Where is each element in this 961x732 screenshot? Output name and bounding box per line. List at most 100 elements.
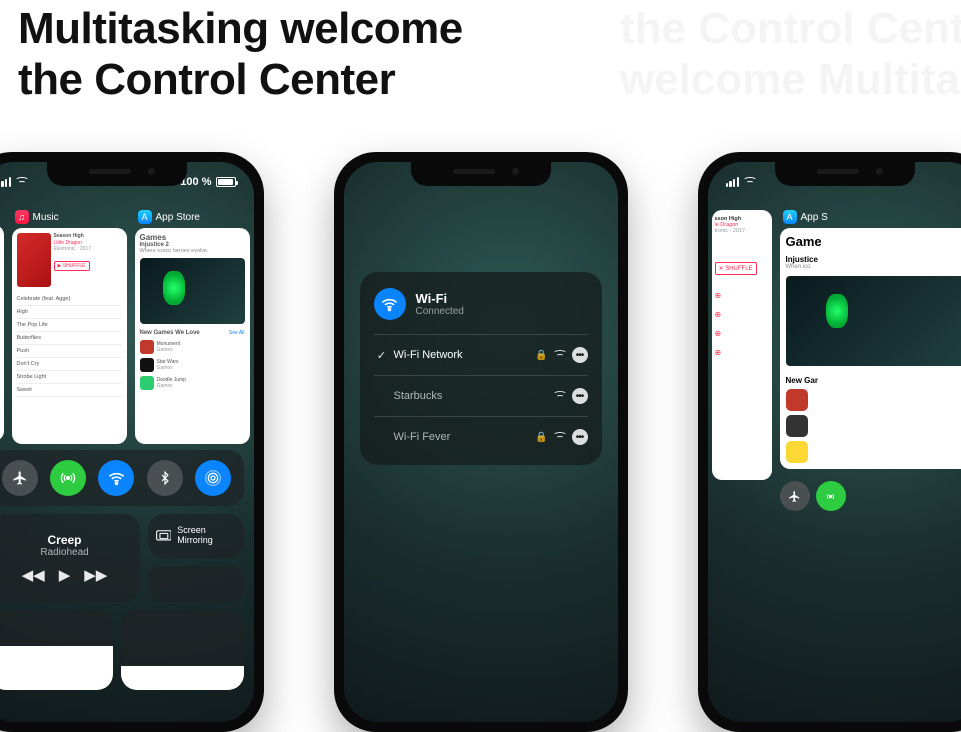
wifi-signal-icon: [553, 391, 567, 401]
mirror-icon: [156, 529, 172, 543]
app-card-mail[interactable]: ail ▬▬▬: [0, 210, 4, 444]
track-row[interactable]: Don't Cry: [17, 358, 122, 371]
track-row[interactable]: Strobe Light: [17, 371, 122, 384]
ghost-text: the Control Cent welcome Multitaski: [620, 4, 961, 105]
network-name: Wi-Fi Network: [390, 349, 536, 361]
bluetooth-toggle[interactable]: [147, 460, 183, 496]
appstore-preview: Games Injustice 2 Where iconic heroes ev…: [135, 228, 250, 444]
signal-icon: [726, 177, 740, 187]
phone-appstore: sson High le Dragon tronic · 2017 ✕ SHUF…: [698, 152, 961, 732]
brightness-slider[interactable]: [0, 610, 113, 690]
app-thumb[interactable]: [786, 415, 808, 437]
panel-status: Connected: [416, 306, 464, 317]
battery-icon: [216, 177, 236, 187]
track-row[interactable]: Push: [17, 345, 122, 358]
app-label: App Store: [156, 212, 200, 223]
volume-slider[interactable]: [121, 610, 244, 690]
cc-tile[interactable]: [148, 566, 244, 602]
info-icon[interactable]: •••: [572, 347, 588, 363]
network-row[interactable]: Wi-Fi Fever 🔒 •••: [374, 416, 588, 457]
app-card-music[interactable]: ♫ Music Season High Little Dragon Electr…: [12, 210, 127, 444]
music-preview[interactable]: sson High le Dragon tronic · 2017 ✕ SHUF…: [712, 210, 772, 480]
app-thumb[interactable]: [786, 441, 808, 463]
airplane-toggle[interactable]: [2, 460, 38, 496]
network-name: Wi-Fi Fever: [390, 431, 536, 443]
section-title: New Games We Love: [140, 330, 200, 336]
page-title: Multitasking welcome the Control Center: [18, 4, 463, 105]
featured: Injustice: [786, 255, 961, 264]
game-art: [786, 276, 961, 366]
track-row[interactable]: Butterflies: [17, 332, 122, 345]
track-row[interactable]: Celebrate (feat. Agge): [17, 293, 122, 306]
wifi-icon: [743, 177, 757, 187]
track-row[interactable]: The Pop Life: [17, 319, 122, 332]
track-row[interactable]: Sweet: [17, 384, 122, 397]
notch: [411, 160, 551, 186]
appstore-icon: A: [138, 210, 152, 224]
artist-name: Radiohead: [40, 547, 88, 558]
cellular-toggle[interactable]: [50, 460, 86, 496]
game-art: [140, 258, 245, 324]
phone-multitasking: 100 % ail ▬▬▬ ♫ Music: [0, 152, 264, 732]
wifi-panel: Wi-Fi Connected ✓ Wi-Fi Network 🔒 ••• S: [360, 272, 602, 465]
phone-wifi: Wi-Fi Connected ✓ Wi-Fi Network 🔒 ••• S: [334, 152, 628, 732]
appstore-preview[interactable]: Game Injustice When ico New Gar: [780, 228, 961, 469]
shuffle-button[interactable]: SHUFFLE: [725, 266, 752, 272]
next-icon[interactable]: ▶▶: [84, 566, 107, 584]
phone-row: 100 % ail ▬▬▬ ♫ Music: [0, 152, 961, 712]
app-switcher[interactable]: ail ▬▬▬ ♫ Music Season High: [0, 210, 250, 444]
screen-mirroring[interactable]: Screen Mirroring: [148, 514, 244, 558]
airplane-toggle[interactable]: [780, 481, 810, 511]
wifi-signal-icon: [553, 432, 567, 442]
info-icon[interactable]: •••: [572, 388, 588, 404]
app-label: App S: [801, 212, 828, 223]
screen: 100 % ail ▬▬▬ ♫ Music: [0, 162, 254, 722]
app-switcher[interactable]: sson High le Dragon tronic · 2017 ✕ SHUF…: [708, 210, 961, 511]
mail-preview: ▬▬▬: [0, 225, 4, 441]
shuffle-button[interactable]: SHUFFLE: [63, 263, 86, 269]
ghost-line: the Control Cent: [620, 4, 961, 55]
screen: sson High le Dragon tronic · 2017 ✕ SHUF…: [708, 162, 961, 722]
music-preview: Season High Little Dragon Electronic · 2…: [12, 228, 127, 444]
music-widget[interactable]: Creep Radiohead ◀◀ ▶ ▶▶: [0, 514, 140, 602]
mirror-label: Screen Mirroring: [177, 526, 235, 546]
network-row[interactable]: ✓ Wi-Fi Network 🔒 •••: [374, 334, 588, 375]
wifi-toggle[interactable]: [98, 460, 134, 496]
lock-icon: 🔒: [535, 432, 547, 443]
see-all[interactable]: See All: [229, 330, 245, 336]
wifi-icon: [374, 288, 406, 320]
lock-icon: 🔒: [535, 350, 547, 361]
connectivity-toggles: [0, 450, 244, 506]
app-card-appstore[interactable]: A App Store Games Injustice 2 Where icon…: [135, 210, 250, 444]
ghost-line: welcome Multitaski: [620, 55, 961, 106]
album-art: [17, 233, 51, 287]
album-sub: Electronic · 2017: [54, 246, 92, 253]
games-header: Game: [786, 234, 961, 249]
battery-label: 100 %: [180, 176, 211, 188]
game-row[interactable]: Star WarsGames: [140, 358, 245, 372]
app-thumb[interactable]: [786, 389, 808, 411]
game-row[interactable]: Doodle JumpGames: [140, 376, 245, 390]
tagline: Where iconic heroes evolve.: [140, 248, 245, 254]
track-row[interactable]: High: [17, 306, 122, 319]
play-icon[interactable]: ▶: [59, 566, 71, 584]
headline-1: Multitasking welcome: [18, 4, 463, 55]
prev-icon[interactable]: ◀◀: [22, 566, 45, 584]
wifi-icon: [15, 177, 29, 187]
game-row[interactable]: MonumentGames: [140, 340, 245, 354]
control-center: Creep Radiohead ◀◀ ▶ ▶▶ Screen Mirroring: [0, 450, 244, 690]
screen: Wi-Fi Connected ✓ Wi-Fi Network 🔒 ••• S: [344, 162, 618, 722]
network-row[interactable]: Starbucks •••: [374, 375, 588, 416]
music-icon: ♫: [15, 210, 29, 224]
info-icon[interactable]: •••: [572, 429, 588, 445]
cellular-toggle[interactable]: [816, 481, 846, 511]
song-title: Creep: [47, 533, 81, 547]
airdrop-toggle[interactable]: [195, 460, 231, 496]
headline-2: the Control Center: [18, 55, 463, 106]
signal-icon: [0, 177, 11, 187]
checkmark-icon: ✓: [374, 349, 390, 362]
network-name: Starbucks: [390, 390, 553, 402]
games-header: Games: [140, 233, 245, 242]
album-sub: tronic · 2017: [715, 228, 769, 234]
tagline: When ico: [786, 264, 961, 270]
